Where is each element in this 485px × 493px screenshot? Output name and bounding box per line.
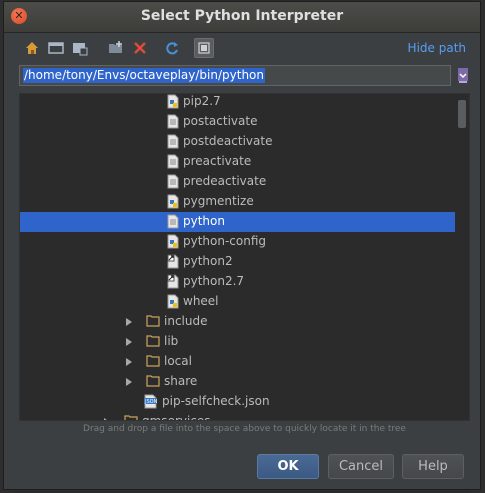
home-icon[interactable] xyxy=(22,38,42,58)
folder-icon xyxy=(146,374,160,389)
folder-icon xyxy=(146,354,160,369)
tree-row[interactable]: wheel xyxy=(20,292,455,312)
help-button[interactable]: Help xyxy=(402,454,464,479)
text-file-icon xyxy=(167,214,179,229)
tree-row-label: predeactivate xyxy=(183,174,267,188)
text-file-icon xyxy=(167,134,179,149)
json-file-icon: JSON xyxy=(144,394,158,409)
tree-row-label: gmservices xyxy=(142,414,211,421)
python-file-icon xyxy=(167,94,179,109)
refresh-icon[interactable] xyxy=(162,38,182,58)
path-history-icon[interactable] xyxy=(456,66,470,84)
tree-row-selected[interactable]: python xyxy=(20,212,455,232)
ok-button[interactable]: OK xyxy=(257,454,319,479)
symlink-file-icon xyxy=(167,274,179,289)
tree-row[interactable]: include xyxy=(20,312,455,332)
tree-row[interactable]: python2 xyxy=(20,252,455,272)
tree-row-label: wheel xyxy=(183,294,219,308)
tree-row-label: pip2.7 xyxy=(183,94,221,108)
tree-row[interactable]: share xyxy=(20,372,455,392)
tree-row-label: python2 xyxy=(183,254,233,268)
tree-row-label: preactivate xyxy=(183,154,252,168)
new-folder-icon[interactable] xyxy=(106,38,126,58)
cancel-button[interactable]: Cancel xyxy=(328,454,394,479)
folder-icon xyxy=(146,334,160,349)
select-interpreter-dialog: ✕ Select Python Interpreter Hide path /h… xyxy=(3,1,481,490)
tree-row-label: python-config xyxy=(183,234,267,248)
tree-row-label: share xyxy=(164,374,198,388)
text-file-icon xyxy=(167,114,179,129)
svg-text:JSON: JSON xyxy=(144,399,158,405)
tree-row-label: postactivate xyxy=(183,114,258,128)
show-hidden-files-icon[interactable] xyxy=(194,38,214,58)
tree-row-label: python2.7 xyxy=(183,274,245,288)
tree-row-label: include xyxy=(164,314,208,328)
tree-row[interactable]: pygmentize xyxy=(20,192,455,212)
hide-path-link[interactable]: Hide path xyxy=(408,41,466,55)
python-file-icon xyxy=(167,294,179,309)
tree-scrollbar[interactable] xyxy=(458,100,466,128)
text-file-icon xyxy=(167,174,179,189)
tree-row-label: pygmentize xyxy=(183,194,254,208)
tree-row[interactable]: preactivate xyxy=(20,152,455,172)
desktop-icon[interactable] xyxy=(46,38,66,58)
folder-icon xyxy=(124,414,138,420)
tree-row[interactable]: lib xyxy=(20,332,455,352)
expand-arrow-icon[interactable] xyxy=(126,318,132,326)
path-input[interactable]: /home/tony/Envs/octaveplay/bin/python xyxy=(19,65,451,86)
symlink-file-icon xyxy=(167,254,179,269)
tree-row-label: python xyxy=(183,214,225,228)
file-tree[interactable]: pip2.7 postactivate postdeactivate preactiv… xyxy=(19,93,470,421)
expand-arrow-icon[interactable] xyxy=(126,378,132,386)
tree-row[interactable]: predeactivate xyxy=(20,172,455,192)
project-folder-icon[interactable] xyxy=(70,38,90,58)
expand-arrow-icon[interactable] xyxy=(104,418,110,420)
tree-row-label: local xyxy=(164,354,192,368)
dialog-title: Select Python Interpreter xyxy=(140,8,344,24)
tree-row[interactable]: python-config xyxy=(20,232,455,252)
folder-icon xyxy=(146,314,160,329)
delete-icon[interactable] xyxy=(130,38,150,58)
python-file-icon xyxy=(167,194,179,209)
text-file-icon xyxy=(167,154,179,169)
tree-row[interactable]: postdeactivate xyxy=(20,132,455,152)
tree-row-label: lib xyxy=(164,334,179,348)
tree-row[interactable]: postactivate xyxy=(20,112,455,132)
python-file-icon xyxy=(167,234,179,249)
tree-row[interactable]: gmservices xyxy=(20,412,455,421)
tree-row[interactable]: python2.7 xyxy=(20,272,455,292)
path-input-value: /home/tony/Envs/octaveplay/bin/python xyxy=(23,68,265,83)
expand-arrow-icon[interactable] xyxy=(126,338,132,346)
tree-row[interactable]: JSON pip-selfcheck.json xyxy=(20,392,455,412)
expand-arrow-icon[interactable] xyxy=(126,358,132,366)
dialog-titlebar: ✕ Select Python Interpreter xyxy=(4,2,480,33)
tree-row[interactable]: pip2.7 xyxy=(20,94,455,112)
tree-row-label: pip-selfcheck.json xyxy=(162,394,270,408)
drag-drop-hint: Drag and drop a file into the space abov… xyxy=(83,424,406,434)
tree-row-label: postdeactivate xyxy=(183,134,273,148)
tree-row[interactable]: local xyxy=(20,352,455,372)
